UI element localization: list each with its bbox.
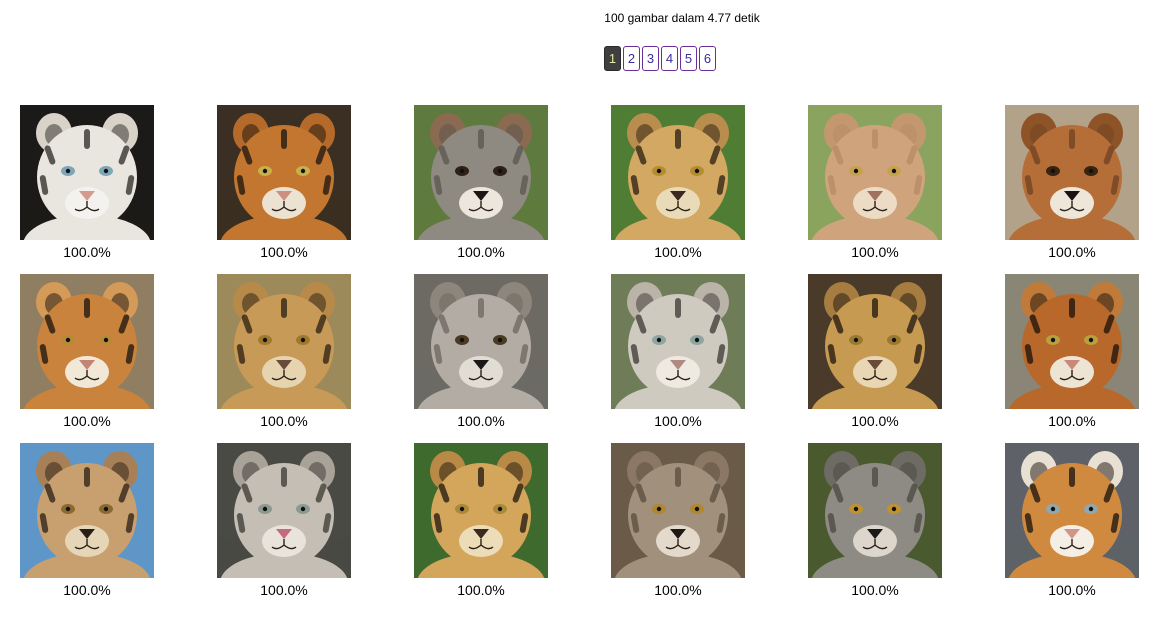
- result-thumbnail[interactable]: [217, 105, 351, 240]
- result-thumbnail[interactable]: [1005, 443, 1139, 578]
- cheetah-cub-image: [20, 443, 154, 578]
- wolf-image: [414, 274, 548, 409]
- fox-image: [414, 105, 548, 240]
- tiger-cub-image: [20, 274, 154, 409]
- result-thumbnail[interactable]: [1005, 274, 1139, 409]
- match-score: 100.0%: [457, 244, 505, 260]
- result-thumbnail[interactable]: [808, 443, 942, 578]
- match-score: 100.0%: [260, 413, 308, 429]
- match-score: 100.0%: [654, 244, 702, 260]
- result-item: 100.0%: [611, 105, 745, 262]
- results-grid: 100.0% 100.0% 100.0% 100.0% 100.0% 100.0% 100.…: [20, 105, 1139, 600]
- result-thumbnail[interactable]: [808, 274, 942, 409]
- result-item: 100.0%: [20, 105, 154, 262]
- result-thumbnail[interactable]: [611, 443, 745, 578]
- page-button-4[interactable]: 4: [661, 46, 678, 71]
- result-thumbnail[interactable]: [20, 443, 154, 578]
- result-thumbnail[interactable]: [217, 274, 351, 409]
- match-score: 100.0%: [457, 582, 505, 598]
- match-score: 100.0%: [260, 582, 308, 598]
- result-item: 100.0%: [217, 105, 351, 262]
- match-score: 100.0%: [63, 582, 111, 598]
- jaguar-image: [217, 274, 351, 409]
- result-thumbnail[interactable]: [414, 105, 548, 240]
- wolf-image: [808, 443, 942, 578]
- result-thumbnail[interactable]: [611, 105, 745, 240]
- result-thumbnail[interactable]: [611, 274, 745, 409]
- white-tiger-image: [20, 105, 154, 240]
- match-score: 100.0%: [1048, 413, 1096, 429]
- result-item: 100.0%: [414, 443, 548, 600]
- result-thumbnail[interactable]: [414, 443, 548, 578]
- result-item: 100.0%: [1005, 105, 1139, 262]
- match-score: 100.0%: [654, 413, 702, 429]
- result-item: 100.0%: [808, 105, 942, 262]
- match-score: 100.0%: [654, 582, 702, 598]
- page-button-5[interactable]: 5: [680, 46, 697, 71]
- match-score: 100.0%: [260, 244, 308, 260]
- result-item: 100.0%: [20, 274, 154, 431]
- snow-leopard-image: [217, 443, 351, 578]
- pagination: 1 2 3 4 5 6: [604, 46, 716, 71]
- page-button-3[interactable]: 3: [642, 46, 659, 71]
- cheetah-image: [414, 443, 548, 578]
- match-score: 100.0%: [851, 244, 899, 260]
- result-item: 100.0%: [808, 274, 942, 431]
- page-button-2[interactable]: 2: [623, 46, 640, 71]
- match-score: 100.0%: [63, 413, 111, 429]
- snow-leopard-image: [611, 274, 745, 409]
- red-fox-image: [1005, 105, 1139, 240]
- result-thumbnail[interactable]: [20, 105, 154, 240]
- tiger-image: [217, 105, 351, 240]
- match-score: 100.0%: [1048, 244, 1096, 260]
- result-item: 100.0%: [808, 443, 942, 600]
- result-item: 100.0%: [1005, 274, 1139, 431]
- match-score: 100.0%: [851, 582, 899, 598]
- result-item: 100.0%: [611, 443, 745, 600]
- match-score: 100.0%: [457, 413, 505, 429]
- page-button-6[interactable]: 6: [699, 46, 716, 71]
- match-score: 100.0%: [63, 244, 111, 260]
- result-thumbnail[interactable]: [217, 443, 351, 578]
- page-button-1[interactable]: 1: [604, 46, 621, 71]
- result-item: 100.0%: [611, 274, 745, 431]
- result-item: 100.0%: [217, 443, 351, 600]
- result-item: 100.0%: [414, 105, 548, 262]
- match-score: 100.0%: [851, 413, 899, 429]
- cheetah-image: [611, 105, 745, 240]
- result-thumbnail[interactable]: [1005, 105, 1139, 240]
- result-thumbnail[interactable]: [20, 274, 154, 409]
- result-item: 100.0%: [414, 274, 548, 431]
- lioness-image: [808, 105, 942, 240]
- grey-wolf-image: [611, 443, 745, 578]
- result-thumbnail[interactable]: [414, 274, 548, 409]
- result-item: 100.0%: [1005, 443, 1139, 600]
- result-item: 100.0%: [217, 274, 351, 431]
- siberian-tiger-image: [1005, 443, 1139, 578]
- bengal-tiger-image: [1005, 274, 1139, 409]
- result-item: 100.0%: [20, 443, 154, 600]
- match-score: 100.0%: [1048, 582, 1096, 598]
- jaguar-image: [808, 274, 942, 409]
- results-summary: 100 gambar dalam 4.77 detik: [604, 11, 760, 25]
- result-thumbnail[interactable]: [808, 105, 942, 240]
